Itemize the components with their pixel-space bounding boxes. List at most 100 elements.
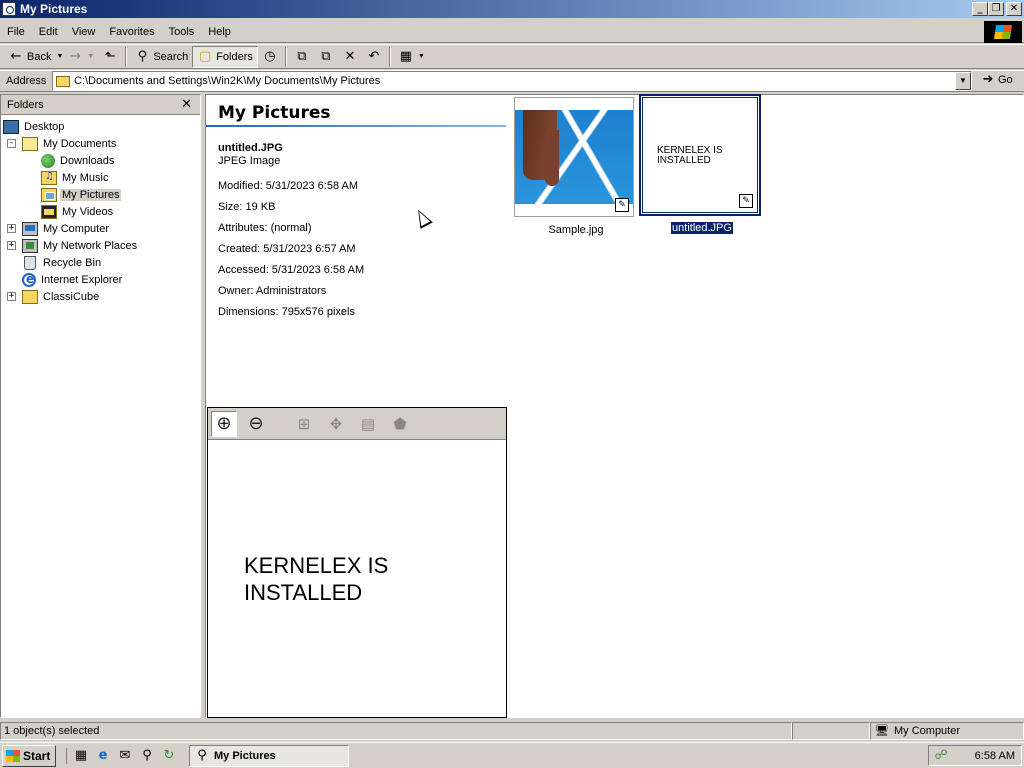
- expand-icon[interactable]: +: [7, 241, 16, 250]
- menu-file[interactable]: File: [0, 22, 32, 42]
- close-pane-icon[interactable]: ✕: [181, 97, 192, 112]
- tree-item-downloads[interactable]: Downloads: [41, 152, 116, 169]
- tree-item-my-documents[interactable]: My Documents: [22, 135, 118, 152]
- copy-to-button[interactable]: ⧉: [314, 46, 338, 68]
- expand-icon[interactable]: +: [7, 224, 16, 233]
- tree-item-my-pictures[interactable]: My Pictures: [41, 186, 122, 203]
- close-button[interactable]: ✕: [1006, 2, 1022, 16]
- folders-pane: Folders ✕ Desktop - My Documents Downloa…: [0, 94, 201, 718]
- go-button[interactable]: ➜ Go: [980, 72, 1013, 88]
- folder-title: My Pictures: [218, 103, 331, 123]
- file-size: Size: 19 KB: [218, 201, 276, 213]
- tree-item-classicube[interactable]: ClassiCube: [22, 288, 101, 305]
- file-thumbnail-untitled[interactable]: KERNELEX IS INSTALLED ✎ untitled.JPG: [639, 94, 764, 235]
- preview-text-line-1: KERNELEX IS: [244, 553, 389, 578]
- created-date: Created: 5/31/2023 6:57 AM: [218, 243, 356, 255]
- taskbar-button-label: My Pictures: [214, 749, 276, 762]
- network-icon: [22, 238, 38, 253]
- address-bar: Address C:\Documents and Settings\Win2K\…: [0, 70, 1024, 92]
- restore-button[interactable]: ❐: [988, 2, 1004, 16]
- search-button[interactable]: ⚲ Search: [130, 46, 192, 68]
- file-owner: Owner: Administrators: [218, 285, 327, 297]
- tree-item-my-computer[interactable]: My Computer: [22, 220, 111, 237]
- tree-item-recycle-bin[interactable]: Recycle Bin: [22, 254, 103, 271]
- forward-arrow-icon: →: [69, 48, 81, 64]
- internet-explorer-icon[interactable]: e: [95, 748, 111, 764]
- thumbnail-frame: KERNELEX IS INSTALLED ✎: [639, 94, 761, 216]
- delete-button[interactable]: ✕: [338, 46, 362, 68]
- taskbar-button-my-pictures[interactable]: ⚲ My Pictures: [189, 744, 349, 767]
- history-button[interactable]: ◷: [258, 46, 282, 68]
- title-bar[interactable]: My Pictures _ ❐ ✕: [0, 0, 1024, 18]
- actual-size-icon: ✥: [329, 414, 343, 433]
- menu-view[interactable]: View: [65, 22, 103, 42]
- folders-pane-header: Folders ✕: [1, 95, 200, 115]
- up-folder-icon: ⬑: [104, 48, 116, 64]
- up-button[interactable]: ⬑: [98, 46, 122, 68]
- folder-search-icon: [2, 2, 16, 16]
- address-input[interactable]: C:\Documents and Settings\Win2K\My Docum…: [52, 71, 972, 91]
- tree-item-label: My Videos: [62, 205, 114, 218]
- pictures-folder-icon: [41, 187, 57, 202]
- preview-toolbar: ⊕ ⊖ ⊞ ✥ ▤ ⬟: [208, 408, 506, 440]
- explorer-icon[interactable]: ⚲: [139, 748, 155, 764]
- network-tray-icon[interactable]: ☍: [933, 748, 949, 764]
- go-label: Go: [998, 74, 1013, 86]
- back-button[interactable]: ← Back: [4, 46, 55, 68]
- folders-button[interactable]: ▢ Folders: [192, 45, 258, 68]
- clock[interactable]: 6:58 AM: [975, 750, 1015, 762]
- preview-text-line-2: INSTALLED: [244, 580, 363, 605]
- tree-item-label: My Network Places: [43, 239, 138, 252]
- views-button[interactable]: ▦ ▼: [394, 46, 429, 68]
- file-thumbnail-sample[interactable]: ✎ Sample.jpg: [514, 97, 638, 236]
- file-name-label: Sample.jpg: [548, 224, 604, 236]
- back-dropdown-icon[interactable]: ▼: [56, 53, 63, 60]
- image-preview-button[interactable]: ⬟: [387, 411, 413, 437]
- menu-bar: File Edit View Favorites Tools Help: [0, 21, 1024, 43]
- outlook-express-icon[interactable]: ✉: [117, 748, 133, 764]
- zoom-out-button[interactable]: ⊖: [243, 411, 269, 437]
- file-attributes: Attributes: (normal): [218, 222, 312, 234]
- thumbnail-text: KERNELEX IS INSTALLED: [657, 145, 723, 166]
- tree-item-my-videos[interactable]: My Videos: [41, 203, 115, 220]
- tree-item-desktop[interactable]: Desktop: [3, 118, 66, 135]
- tree-item-internet-explorer[interactable]: Internet Explorer: [22, 271, 124, 288]
- folder-search-icon: ⚲: [197, 747, 207, 763]
- show-desktop-icon[interactable]: ▦: [73, 748, 89, 764]
- forward-button[interactable]: → ▼: [63, 46, 98, 68]
- windows-flag-icon: [6, 749, 20, 762]
- folder-view[interactable]: My Pictures untitled.JPG JPEG Image Modi…: [205, 94, 1024, 718]
- search-label: Search: [153, 50, 189, 63]
- menu-tools[interactable]: Tools: [162, 22, 202, 42]
- best-fit-icon: ⊞: [297, 414, 311, 433]
- sample-photo: [515, 110, 633, 204]
- menu-favorites[interactable]: Favorites: [102, 22, 161, 42]
- file-name-label: untitled.JPG: [670, 221, 734, 235]
- views-dropdown-icon: ▼: [417, 53, 425, 60]
- print-button[interactable]: ▤: [355, 411, 381, 437]
- tree-item-label: Recycle Bin: [43, 256, 102, 269]
- undo-button[interactable]: ↶: [362, 46, 386, 68]
- minimize-button[interactable]: _: [972, 2, 988, 16]
- actual-size-button[interactable]: ✥: [323, 411, 349, 437]
- collapse-icon[interactable]: -: [7, 139, 16, 148]
- tree-item-label: My Documents: [43, 137, 117, 150]
- expand-icon[interactable]: +: [7, 292, 16, 301]
- back-label: Back: [27, 50, 52, 63]
- recycle-bin-icon: [24, 255, 36, 270]
- tree-item-my-music[interactable]: My Music: [41, 169, 110, 186]
- address-dropdown-button[interactable]: ▼: [955, 72, 971, 90]
- internet-explorer-icon: [22, 272, 36, 287]
- zoom-in-button[interactable]: ⊕: [211, 410, 237, 437]
- menu-help[interactable]: Help: [201, 22, 238, 42]
- best-fit-button[interactable]: ⊞: [291, 411, 317, 437]
- menu-edit[interactable]: Edit: [32, 22, 65, 42]
- go-arrow-icon: ➜: [982, 72, 994, 87]
- start-button[interactable]: Start: [2, 744, 56, 767]
- toolbar-separator: [125, 46, 128, 67]
- status-spacer: [792, 722, 870, 740]
- move-to-button[interactable]: ⧉: [290, 46, 314, 68]
- refresh-icon[interactable]: ↻: [161, 748, 177, 764]
- tree-item-my-network-places[interactable]: My Network Places: [22, 237, 139, 254]
- history-icon: ◷: [264, 48, 276, 64]
